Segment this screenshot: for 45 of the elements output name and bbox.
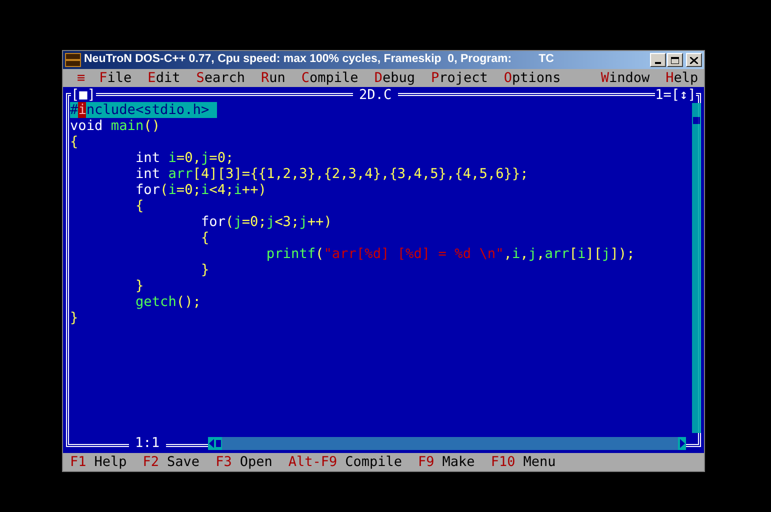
close-button[interactable] bbox=[686, 53, 702, 67]
menu-item[interactable]: Compile bbox=[301, 68, 358, 88]
code-line: #include<stdio.h> bbox=[70, 102, 635, 118]
code-line: printf("arr[%d] [%d] = %d \n",i,j,arr[i][j]); bbox=[265, 246, 635, 262]
scroll-right-icon bbox=[678, 437, 686, 450]
close-box[interactable]: [■] bbox=[71, 87, 96, 103]
menu-item[interactable]: P roject bbox=[430, 68, 488, 88]
code-line: { bbox=[70, 134, 80, 150]
maximize-button[interactable] bbox=[667, 53, 683, 67]
code-line: { bbox=[200, 230, 210, 246]
code-line: for(i=0;i<4;i++) bbox=[134, 182, 268, 198]
scroll-thumb-icon bbox=[693, 117, 700, 124]
menu-item[interactable]: Options bbox=[504, 68, 561, 88]
menu-item[interactable]: Debug bbox=[374, 68, 415, 88]
minimize-button[interactable] bbox=[650, 53, 666, 67]
shortcut-item[interactable]: F1 Help bbox=[70, 452, 127, 472]
code-line: { bbox=[134, 198, 145, 214]
shortcut-item[interactable]: F3 Open bbox=[216, 452, 272, 472]
code-line: int arr[4][3]={{1,2,3},{2,3,4},{3,4,5},{4,5,6}}; bbox=[134, 166, 530, 182]
shortcut-item[interactable]: F10 Menu bbox=[490, 452, 556, 472]
code-line: } bbox=[200, 262, 210, 278]
menu-item[interactable]: File bbox=[99, 68, 132, 88]
window-title: NeuTroN DOS-C++ 0.77, Cpu speed: max 100% cycles, Frameskip 0, Program: bbox=[84, 52, 512, 68]
close-icon bbox=[690, 56, 698, 64]
app-logo-icon bbox=[65, 53, 81, 67]
window-number[interactable]: 1=[↕] bbox=[655, 87, 696, 103]
menu-item[interactable]: Run bbox=[260, 68, 286, 88]
scroll-left-icon bbox=[208, 437, 222, 450]
code-line: void main() bbox=[70, 118, 162, 134]
menu-item[interactable]: Edit bbox=[148, 68, 180, 88]
code-line: } bbox=[134, 278, 145, 294]
shortcut-item[interactable]: F2 Save bbox=[142, 452, 200, 472]
vertical-scrollbar[interactable] bbox=[692, 103, 701, 433]
code-line: } bbox=[70, 310, 80, 326]
code-line: getch(); bbox=[134, 294, 202, 310]
menu-item[interactable]: Help bbox=[666, 68, 698, 88]
shortcut-item[interactable]: F9 Make bbox=[418, 452, 475, 472]
code-line: for(j=0;j<3;j++) bbox=[200, 214, 333, 230]
shortcut-item[interactable]: Alt-F9 Compile bbox=[288, 452, 402, 472]
code-line: int i=0,j=0; bbox=[134, 150, 235, 166]
program-name: TC bbox=[538, 52, 554, 68]
menu-item[interactable]: Window bbox=[600, 68, 650, 88]
menu-item[interactable]: Search bbox=[196, 68, 245, 88]
maximize-icon bbox=[671, 56, 679, 64]
horizontal-scrollbar[interactable] bbox=[208, 437, 686, 450]
